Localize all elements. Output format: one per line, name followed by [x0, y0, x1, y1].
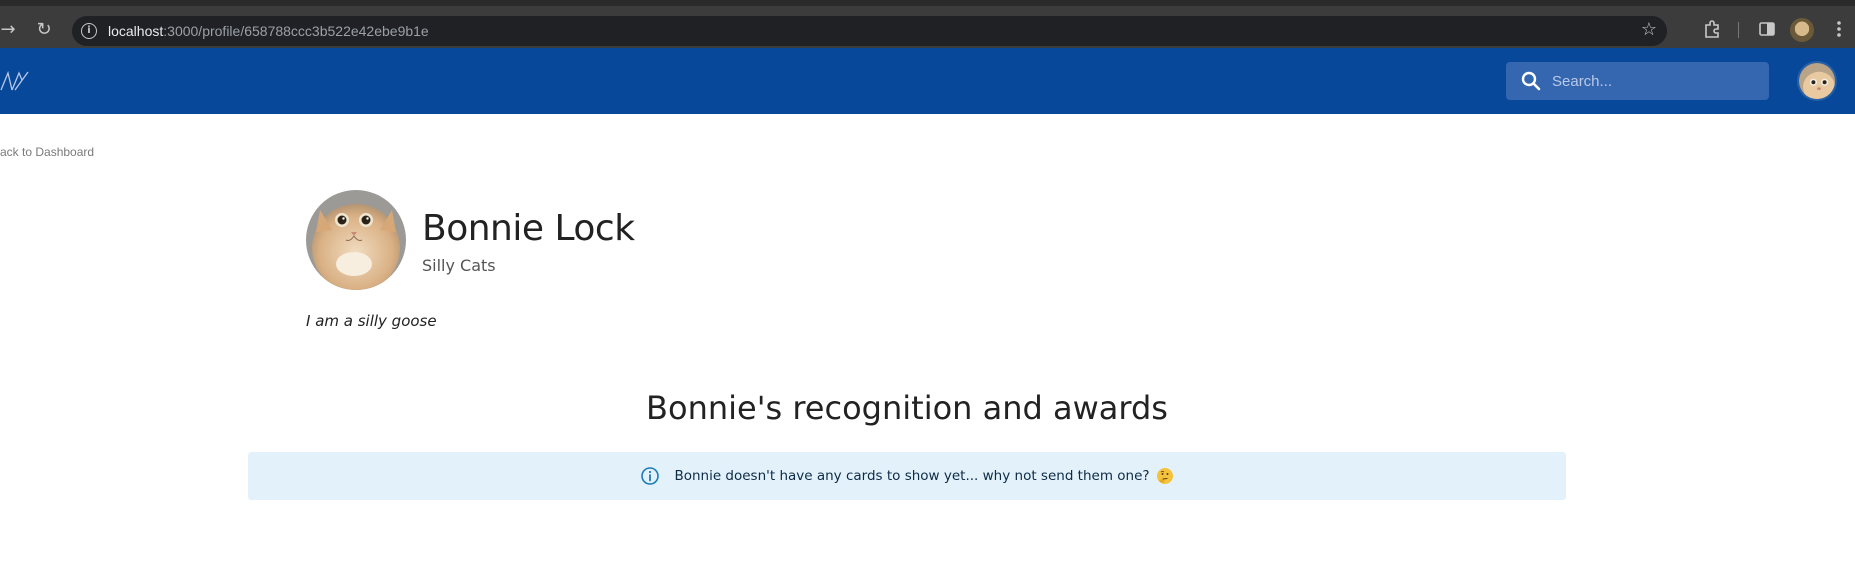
thinking-face-emoji	[1156, 468, 1173, 484]
app-header	[0, 48, 1855, 114]
forward-arrow-icon[interactable]: →	[0, 18, 20, 42]
cat-photo-image	[306, 190, 406, 290]
puzzle-icon[interactable]	[1701, 18, 1723, 40]
profile-team: Silly Cats	[422, 256, 496, 275]
url-text: localhost:3000/profile/658788ccc3b522e42…	[108, 23, 429, 39]
kebab-menu-icon[interactable]	[1828, 18, 1850, 40]
empty-cards-message: Bonnie doesn't have any cards to show ye…	[674, 468, 1150, 484]
info-icon[interactable]: i	[81, 23, 97, 39]
side-panel-icon[interactable]	[1756, 18, 1778, 40]
info-circle-icon	[641, 467, 660, 485]
toolbar-divider	[1738, 22, 1739, 38]
awards-heading: Bonnie's recognition and awards	[646, 389, 1168, 427]
profile-name: Bonnie Lock	[422, 208, 635, 249]
browser-toolbar: → ↻ i localhost:3000/profile/658788ccc3b…	[0, 0, 1855, 48]
search-input[interactable]	[1552, 62, 1762, 100]
address-bar[interactable]: i localhost:3000/profile/658788ccc3b522e…	[72, 16, 1667, 46]
empty-cards-alert: Bonnie doesn't have any cards to show ye…	[248, 452, 1566, 500]
reload-icon[interactable]: ↻	[32, 18, 56, 42]
search-icon	[1521, 71, 1541, 91]
back-to-dashboard-link[interactable]: ack to Dashboard	[0, 145, 94, 159]
search-box[interactable]	[1506, 62, 1769, 100]
user-avatar[interactable]	[1797, 61, 1837, 101]
browser-profile-avatar[interactable]	[1790, 18, 1814, 42]
cat-avatar-image	[1799, 63, 1835, 99]
profile-bio: I am a silly goose	[306, 312, 437, 330]
app-logo-icon[interactable]	[0, 68, 30, 94]
star-icon[interactable]: ☆	[1641, 19, 1657, 40]
profile-avatar	[306, 190, 406, 290]
